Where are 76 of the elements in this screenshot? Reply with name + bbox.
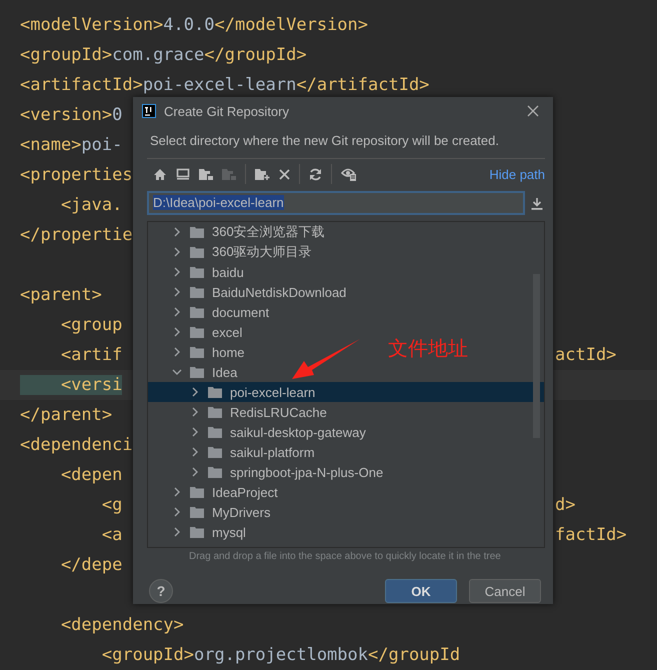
close-icon[interactable]: [527, 105, 539, 117]
code-line: <g: [100, 495, 122, 515]
tree-item[interactable]: IdeaProject: [148, 482, 278, 502]
code-line: factId>: [555, 524, 627, 547]
folder-icon: [208, 446, 222, 458]
path-field[interactable]: D:\Idea\poi-excel-learn: [147, 191, 525, 215]
code-line: </parent>: [20, 405, 112, 425]
delete-icon[interactable]: [279, 168, 290, 180]
new-folder-icon[interactable]: [255, 168, 270, 180]
code-line: <parent>: [20, 285, 102, 305]
code-line: <dependenci: [20, 435, 133, 455]
hint-text: Drag and drop a file into the space above to quickly locate it in the tree: [188, 550, 502, 564]
folder-icon: [190, 526, 204, 538]
tree-item[interactable]: saikul-platform: [148, 442, 315, 462]
folder-icon: [190, 286, 204, 298]
chevron-down-icon[interactable]: [172, 367, 182, 377]
tree-item[interactable]: document: [148, 302, 270, 322]
folder-icon: [190, 306, 204, 318]
tree-item[interactable]: excel: [148, 322, 242, 342]
code-line: <modelVersion>4.0.0</modelVersion>: [20, 15, 368, 35]
tree-item[interactable]: MyDrivers: [148, 502, 270, 522]
code-line: <groupId>com.grace</groupId>: [20, 45, 307, 65]
tree-item[interactable]: mysql: [148, 522, 246, 542]
home-icon[interactable]: [153, 168, 167, 180]
monitor-icon[interactable]: [176, 168, 190, 180]
code-line: <dependency>: [60, 615, 184, 635]
tree-item[interactable]: poi-excel-learn: [148, 382, 544, 402]
folder-icon: [208, 466, 222, 478]
folder-icon: [190, 506, 204, 518]
folder-icon[interactable]: [199, 168, 213, 180]
code-line: <version>0: [20, 105, 122, 125]
code-line: <groupId>org.projectlombok</groupId: [100, 645, 460, 665]
folder-icon: [190, 226, 204, 238]
code-line: <java.: [60, 195, 122, 215]
dialog-title: Create Git Repository: [164, 104, 290, 118]
code-line: <name>poi-: [20, 135, 122, 155]
code-line: d>: [555, 494, 576, 517]
tree-item[interactable]: home: [148, 342, 245, 362]
eye-icon[interactable]: [341, 167, 357, 181]
code-line: </depe: [60, 555, 122, 575]
refresh-icon[interactable]: [309, 168, 322, 180]
code-line: </propertie: [20, 225, 133, 245]
code-line: <properties: [20, 165, 133, 185]
download-icon[interactable]: [531, 196, 543, 210]
code-line: <depen: [60, 465, 122, 485]
scrollbar[interactable]: [533, 274, 540, 438]
folder-icon: [190, 326, 204, 338]
code-line: <artifactId>poi-excel-learn</artifactId>: [20, 75, 430, 95]
tree-item[interactable]: springboot-jpa-N-plus-One: [148, 462, 384, 482]
annotation-arrow: [292, 337, 362, 381]
description-text: Select directory where the new Git repository will be created.: [149, 132, 500, 150]
folder-icon: [190, 266, 204, 278]
code-line: <artif: [60, 345, 122, 365]
tree-item[interactable]: BaiduNetdiskDownload: [148, 282, 346, 302]
folder-icon: [208, 426, 222, 438]
code-line: <a: [100, 525, 122, 545]
tree-item[interactable]: 360安全浏览器下载: [148, 222, 325, 242]
folder-icon: [190, 486, 204, 498]
tree-item[interactable]: baidu: [148, 262, 244, 282]
tree-item[interactable]: Idea: [148, 362, 238, 382]
tree-item[interactable]: saikul-desktop-gateway: [148, 422, 366, 442]
ok-button[interactable]: OK: [385, 579, 457, 603]
app-icon: [142, 104, 156, 118]
folder-icon: [190, 346, 204, 358]
folder-icon: [190, 246, 204, 258]
folder-icon: [190, 366, 204, 378]
help-button[interactable]: ?: [149, 579, 173, 603]
tree-item[interactable]: RedisLRUCache: [148, 402, 327, 422]
tree-item[interactable]: 360驱动大师目录: [148, 242, 312, 262]
folder-icon: [208, 386, 222, 398]
folder-icon: [208, 406, 222, 418]
cancel-button[interactable]: Cancel: [469, 579, 541, 603]
code-line: actId>: [555, 344, 616, 367]
hide-path-link[interactable]: Hide path: [489, 166, 545, 182]
code-line: <group: [60, 315, 122, 335]
annotation-text: 文件地址: [388, 335, 468, 362]
